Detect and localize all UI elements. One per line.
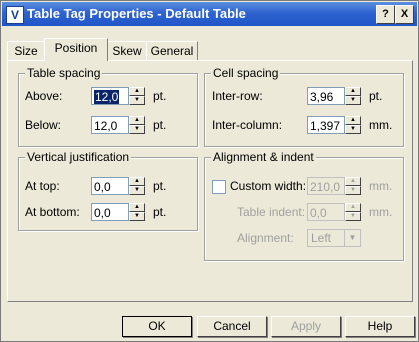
below-label: Below: bbox=[25, 118, 62, 132]
window-title: Table Tag Properties - Default Table bbox=[27, 6, 246, 21]
custom-width-unit: mm. bbox=[369, 179, 393, 193]
chevron-down-icon: ▼ bbox=[344, 230, 360, 246]
alignment-label: Alignment: bbox=[237, 231, 294, 245]
above-unit: pt. bbox=[153, 89, 167, 103]
vertical-justification-group: Vertical justification At top: 0,0 ▲ ▼ pt… bbox=[18, 150, 198, 231]
inter-column-input[interactable]: 1,397 bbox=[307, 116, 345, 134]
table-indent-spinner: ▲ ▼ bbox=[345, 203, 361, 221]
tab-position[interactable]: Position bbox=[44, 38, 108, 61]
at-top-label: At top: bbox=[25, 179, 60, 193]
below-input[interactable]: 12,0 bbox=[91, 116, 129, 134]
inter-row-spinner[interactable]: ▲ ▼ bbox=[345, 87, 361, 105]
help-icon[interactable]: ? bbox=[376, 5, 395, 24]
cancel-button[interactable]: Cancel bbox=[197, 316, 267, 337]
at-bottom-label: At bottom: bbox=[25, 205, 80, 219]
custom-width-checkbox[interactable] bbox=[212, 180, 226, 194]
tab-size[interactable]: Size bbox=[7, 41, 45, 61]
tab-general[interactable]: General bbox=[146, 41, 198, 61]
at-bottom-input[interactable]: 0,0 bbox=[91, 203, 129, 221]
help-button[interactable]: Help bbox=[345, 316, 415, 337]
cell-spacing-title: Cell spacing bbox=[211, 66, 281, 80]
table-spacing-title: Table spacing bbox=[25, 66, 103, 80]
at-top-unit: pt. bbox=[153, 179, 167, 193]
tab-skew[interactable]: Skew bbox=[107, 41, 147, 61]
title-bar[interactable]: V Table Tag Properties - Default Table ?… bbox=[2, 2, 417, 26]
cell-spacing-group: Cell spacing Inter-row: 3,96 ▲ ▼ pt. Inte… bbox=[204, 66, 404, 147]
custom-width-spinner: ▲ ▼ bbox=[345, 177, 361, 195]
custom-width-input: 210,0 bbox=[307, 177, 345, 195]
inter-column-spinner[interactable]: ▲ ▼ bbox=[345, 116, 361, 134]
ok-button[interactable]: OK bbox=[122, 316, 192, 337]
at-top-spinner[interactable]: ▲ ▼ bbox=[129, 177, 145, 195]
position-tab-panel: Table spacing Above: 12,0 ▲ ▼ pt. Below: … bbox=[7, 60, 413, 302]
below-spinner[interactable]: ▲ ▼ bbox=[129, 116, 145, 134]
above-label: Above: bbox=[25, 89, 63, 103]
at-bottom-spinner[interactable]: ▲ ▼ bbox=[129, 203, 145, 221]
inter-row-label: Inter-row: bbox=[212, 89, 263, 103]
table-spacing-group: Table spacing Above: 12,0 ▲ ▼ pt. Below: … bbox=[18, 66, 198, 147]
alignment-indent-title: Alignment & indent bbox=[211, 150, 316, 164]
apply-button: Apply bbox=[271, 316, 341, 337]
table-indent-label: Table indent: bbox=[237, 205, 306, 219]
above-input[interactable]: 12,0 bbox=[91, 87, 129, 105]
dialog-window: V Table Tag Properties - Default Table ?… bbox=[0, 0, 419, 342]
close-icon[interactable]: X bbox=[395, 5, 414, 24]
below-unit: pt. bbox=[153, 118, 167, 132]
app-icon: V bbox=[6, 6, 24, 24]
table-indent-input: 0,0 bbox=[307, 203, 345, 221]
inter-column-label: Inter-column: bbox=[212, 118, 283, 132]
vertical-justification-title: Vertical justification bbox=[25, 150, 132, 164]
table-indent-unit: mm. bbox=[369, 205, 393, 219]
at-top-input[interactable]: 0,0 bbox=[91, 177, 129, 195]
above-spinner[interactable]: ▲ ▼ bbox=[129, 87, 145, 105]
inter-column-unit: mm. bbox=[369, 118, 393, 132]
custom-width-label[interactable]: Custom width: bbox=[230, 179, 306, 193]
inter-row-unit: pt. bbox=[369, 89, 383, 103]
alignment-select: Left ▼ bbox=[307, 229, 361, 247]
alignment-value: Left bbox=[311, 231, 332, 245]
at-bottom-unit: pt. bbox=[153, 205, 167, 219]
alignment-indent-group: Alignment & indent Custom width: 210,0 ▲… bbox=[204, 150, 404, 261]
inter-row-input[interactable]: 3,96 bbox=[307, 87, 345, 105]
